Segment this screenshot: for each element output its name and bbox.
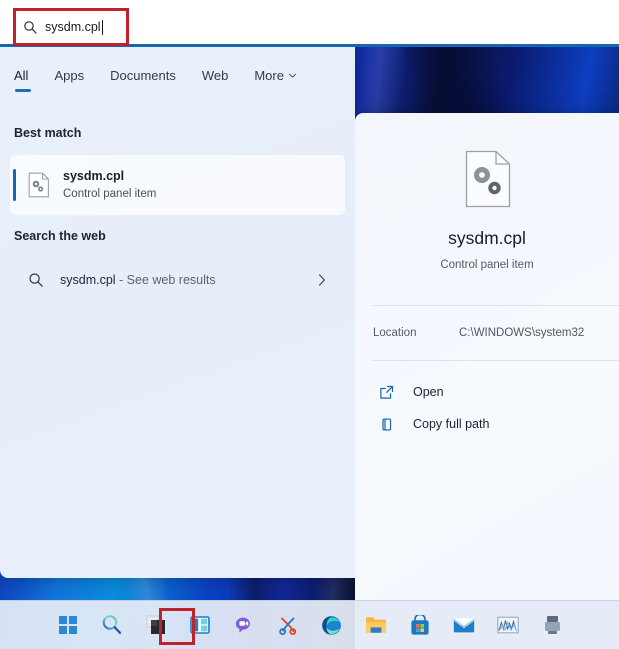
control-panel-file-icon (28, 172, 49, 198)
web-result-row[interactable]: sysdm.cpl - See web results (10, 261, 345, 299)
search-results-pane: All Apps Documents Web More Best match s… (0, 0, 355, 578)
copy-full-path-action[interactable]: Copy full path (379, 411, 489, 437)
best-match-heading: Best match (14, 126, 82, 140)
web-result-label: sysdm.cpl - See web results (60, 273, 216, 287)
search-the-web-heading: Search the web (14, 229, 106, 243)
location-label: Location (373, 327, 417, 339)
search-bar-container: sysdm.cpl (0, 0, 619, 47)
taskbar-item-snipping-tool[interactable] (277, 612, 299, 638)
folder-icon (365, 617, 386, 633)
preview-subtitle: Control panel item (440, 259, 534, 271)
search-input-value: sysdm.cpl (45, 20, 101, 34)
chevron-down-icon (289, 73, 296, 78)
divider (373, 360, 619, 361)
tab-web[interactable]: Web (202, 68, 229, 92)
best-match-result-sysdm-cpl[interactable]: sysdm.cpl Control panel item (10, 155, 345, 215)
taskbar-item-performance-monitor[interactable] (496, 612, 519, 638)
preview-title: sysdm.cpl (448, 228, 526, 248)
chevron-right-icon[interactable] (317, 273, 327, 287)
tab-more-label: More (254, 68, 284, 83)
taskbar-item-pinned-app[interactable] (541, 612, 563, 638)
location-value: C:\WINDOWS\system32 (459, 327, 585, 339)
web-result-query: sysdm.cpl (60, 273, 116, 287)
chart-icon (496, 616, 519, 634)
search-input[interactable]: sysdm.cpl (13, 8, 129, 46)
search-icon (24, 20, 37, 34)
best-match-title: sysdm.cpl (63, 169, 125, 183)
open-external-icon (380, 385, 394, 399)
text-caret (101, 19, 103, 35)
taskbar-item-chat[interactable] (233, 612, 255, 638)
open-action-label: Open (413, 385, 444, 399)
best-match-text: sysdm.cpl Control panel item (63, 168, 156, 202)
taskbar-item-microsoft-store[interactable] (409, 612, 431, 638)
tab-documents[interactable]: Documents (110, 68, 176, 92)
location-row: Location C:\WINDOWS\system32 (373, 327, 619, 339)
tab-all-label: All (14, 68, 29, 83)
taskbar-item-file-explorer[interactable] (365, 612, 387, 638)
taskbar-item-microsoft-edge[interactable] (321, 612, 343, 638)
web-result-suffix: - See web results (115, 273, 216, 287)
app-icon (544, 616, 560, 634)
taskbar-item-task-view[interactable] (145, 612, 167, 638)
selection-accent-bar (13, 169, 16, 201)
tab-documents-label: Documents (110, 68, 176, 83)
tab-all[interactable]: All (14, 68, 32, 92)
tab-web-label: Web (201, 68, 229, 83)
windows-logo-icon (58, 616, 77, 634)
taskbar-item-mail[interactable] (453, 612, 475, 638)
search-flyout: All Apps Documents Web More Best match s… (0, 0, 619, 649)
open-action[interactable]: Open (379, 379, 444, 405)
edge-icon (322, 615, 341, 635)
task-view-icon (146, 615, 165, 634)
taskbar-item-start[interactable] (57, 612, 79, 638)
envelope-icon (453, 617, 474, 633)
tab-apps-label: Apps (54, 68, 85, 83)
control-panel-file-icon (465, 150, 511, 208)
tab-apps[interactable]: Apps (54, 68, 84, 92)
search-filter-tabs: All Apps Documents Web More (14, 68, 297, 92)
taskbar-item-search[interactable] (101, 612, 123, 638)
divider (373, 305, 619, 306)
scissors-icon (278, 617, 296, 635)
tab-more[interactable]: More (254, 68, 297, 92)
taskbar-icon-strip (0, 601, 619, 649)
taskbar (0, 600, 619, 649)
preview-pane: sysdm.cpl Control panel item Location C:… (355, 113, 619, 649)
store-bag-icon (410, 614, 429, 635)
chat-icon (235, 617, 250, 633)
copy-full-path-label: Copy full path (413, 417, 490, 431)
search-icon (29, 273, 43, 287)
widgets-icon (189, 616, 210, 634)
taskbar-item-widgets[interactable] (189, 612, 211, 638)
search-icon (102, 615, 121, 634)
best-match-subtitle: Control panel item (63, 188, 157, 200)
copy-icon (382, 417, 392, 431)
